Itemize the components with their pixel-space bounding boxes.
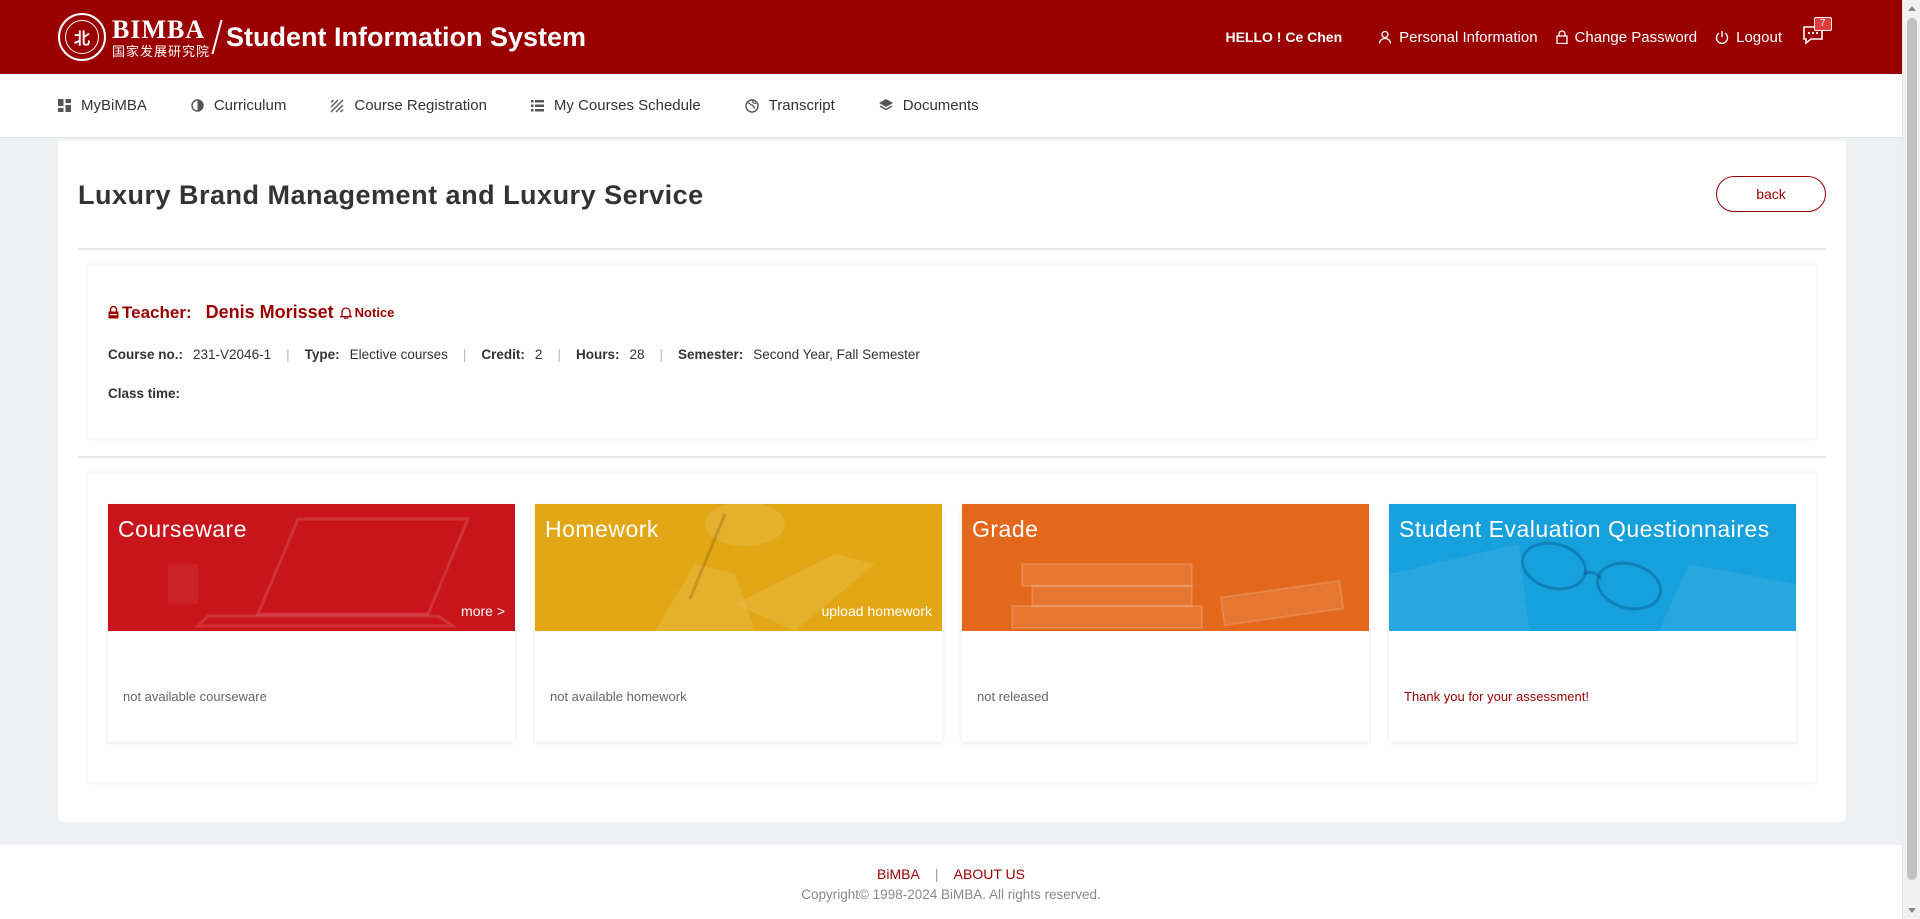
nav-item-label: Course Registration	[354, 97, 487, 114]
hours-label: Hours:	[575, 347, 620, 362]
nav-item-label: My Courses Schedule	[553, 97, 701, 114]
class-time-label: Class time:	[108, 386, 181, 401]
courseware-title: Courseware	[118, 516, 247, 542]
nav-item-course-registration[interactable]: Course Registration	[330, 97, 487, 114]
separator: |	[934, 866, 939, 882]
homework-status: not available homework	[550, 689, 687, 704]
nav-item-transcript[interactable]: Transcript	[744, 97, 835, 114]
university-seal-icon: 北	[58, 13, 106, 61]
separator: |	[286, 347, 290, 362]
notice-label: Notice	[354, 305, 395, 320]
divider	[78, 248, 1826, 250]
bimba-logo[interactable]: 北 BIMBA 国家发展研究院 Student Information Syst…	[58, 13, 586, 61]
personal-information-link[interactable]: Personal Information	[1378, 28, 1538, 46]
footer-about-link[interactable]: ABOUT US	[954, 866, 1025, 882]
lock-icon	[1555, 30, 1568, 44]
nav-item-label: Documents	[902, 97, 979, 114]
nav-item-documents[interactable]: Documents	[878, 97, 979, 114]
message-count-badge: 7	[1814, 17, 1832, 31]
divider	[78, 456, 1826, 458]
notice-link[interactable]: Notice	[339, 305, 395, 320]
nav-item-mybimba[interactable]: MyBiMBA	[58, 97, 147, 114]
type-label: Type:	[304, 347, 340, 362]
brand-chinese-name: 国家发展研究院	[112, 43, 211, 59]
back-button[interactable]: back	[1716, 176, 1826, 212]
messages-button[interactable]: 7	[1802, 17, 1832, 49]
user-icon	[1378, 30, 1392, 44]
globe-icon	[744, 98, 759, 113]
user-toolbar: HELLO ! Ce Chen Personal Information Cha…	[1225, 0, 1832, 74]
courseware-tile-header[interactable]: Courseware more >	[108, 504, 515, 631]
scroll-down-icon[interactable]	[1908, 908, 1916, 913]
teacher-lock-icon	[108, 306, 119, 319]
evaluation-status: Thank you for your assessment!	[1404, 689, 1589, 704]
scroll-up-icon[interactable]	[1908, 6, 1916, 11]
power-icon	[1715, 31, 1729, 44]
courseware-status: not available courseware	[123, 689, 267, 704]
evaluation-tile-header[interactable]: Student Evaluation Questionnaires	[1389, 504, 1796, 631]
half-circle-icon	[191, 99, 204, 112]
personal-information-label: Personal Information	[1399, 28, 1538, 46]
separator: |	[557, 347, 561, 362]
course-no-label: Course no.:	[108, 347, 184, 362]
course-detail-panel: Luxury Brand Management and Luxury Servi…	[58, 140, 1846, 822]
credit-value: 2	[534, 347, 543, 362]
top-header: 北 BIMBA 国家发展研究院 Student Information Syst…	[0, 0, 1902, 74]
grade-tile: Grade not released	[962, 504, 1369, 742]
course-meta-row: Course no.: 231-V2046-1 | Type: Elective…	[108, 347, 920, 362]
hours-value: 28	[629, 347, 645, 362]
homework-tile: Homework upload homework not available h…	[535, 504, 942, 742]
grade-status: not released	[977, 689, 1049, 704]
homework-tile-header[interactable]: Homework upload homework	[535, 504, 942, 631]
change-password-link[interactable]: Change Password	[1555, 28, 1698, 46]
evaluation-title: Student Evaluation Questionnaires	[1399, 516, 1770, 542]
bell-icon	[339, 307, 352, 319]
brand-divider	[211, 20, 223, 54]
teacher-label: Teacher:	[122, 302, 192, 322]
upload-homework-link[interactable]: upload homework	[821, 603, 932, 619]
vertical-scrollbar[interactable]	[1902, 0, 1920, 919]
separator: |	[659, 347, 663, 362]
logout-label: Logout	[1736, 28, 1782, 46]
copyright-text: Copyright© 1998-2024 BiMBA. All rights r…	[801, 887, 1101, 902]
separator: |	[462, 347, 467, 362]
course-no-value: 231-V2046-1	[193, 347, 272, 362]
grade-title: Grade	[972, 516, 1039, 542]
homework-title: Homework	[545, 516, 659, 542]
footer: BiMBA | ABOUT US Copyright© 1998-2024 Bi…	[0, 845, 1902, 919]
credit-label: Credit:	[481, 347, 525, 362]
courseware-more-link[interactable]: more >	[461, 603, 505, 619]
type-value: Elective courses	[349, 347, 448, 362]
evaluation-tile: Student Evaluation Questionnaires Thank …	[1389, 504, 1796, 742]
teacher-name: Denis Morisset	[205, 302, 334, 322]
user-greeting: HELLO ! Ce Chen	[1225, 29, 1343, 45]
scroll-thumb[interactable]	[1907, 18, 1917, 880]
nav-item-label: MyBiMBA	[81, 97, 147, 114]
teacher-row: Teacher: Denis Morisset Notice	[108, 302, 394, 323]
change-password-label: Change Password	[1574, 28, 1698, 46]
grade-tile-header[interactable]: Grade	[962, 504, 1369, 631]
semester-label: Semester:	[678, 347, 744, 362]
course-info-card: Teacher: Denis Morisset Notice Course no…	[88, 266, 1816, 438]
system-title: Student Information System	[226, 21, 587, 52]
list-icon	[530, 99, 544, 111]
page-title: Luxury Brand Management and Luxury Servi…	[78, 180, 704, 210]
course-tiles-card: Courseware more > not available coursewa…	[88, 474, 1816, 782]
hatch-icon	[330, 99, 344, 112]
nav-item-my-courses-schedule[interactable]: My Courses Schedule	[530, 97, 701, 114]
main-navigation: MyBiMBA Curriculum Course Registration M…	[0, 74, 1902, 138]
layers-icon	[878, 99, 893, 111]
brand-name: BIMBA	[112, 14, 206, 44]
semester-value: Second Year, Fall Semester	[753, 347, 920, 362]
nav-item-label: Curriculum	[213, 97, 287, 114]
dashboard-icon	[58, 99, 71, 112]
courseware-tile: Courseware more > not available coursewa…	[108, 504, 515, 742]
nav-item-label: Transcript	[768, 97, 835, 114]
logout-link[interactable]: Logout	[1715, 29, 1782, 46]
nav-item-curriculum[interactable]: Curriculum	[191, 97, 287, 114]
footer-bimba-link[interactable]: BiMBA	[877, 866, 919, 882]
